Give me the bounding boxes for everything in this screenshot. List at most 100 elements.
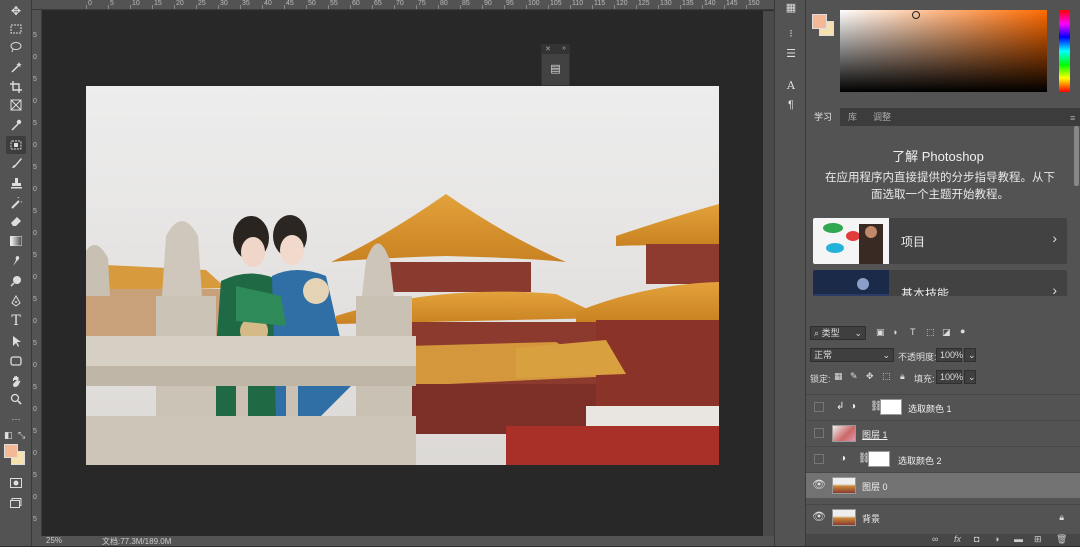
learn-card-basics[interactable]: 基本技能 › <box>813 270 1067 296</box>
layer-row[interactable]: ↲ ◑ ⛓ 选取颜色 1 <box>806 394 1080 420</box>
opacity-dropdown[interactable]: ⌄ <box>964 348 976 362</box>
picker-ring[interactable] <box>912 11 920 19</box>
close-icon[interactable]: ✕ <box>545 45 551 54</box>
floating-panel[interactable]: ✕ » ▤ <box>541 44 570 86</box>
layer-row-selected[interactable]: 👁︎ 图层 0 <box>806 472 1080 498</box>
brush-settings-icon[interactable]: ⁝ <box>783 26 799 40</box>
hue-slider[interactable] <box>1059 10 1070 92</box>
filter-smart-icon[interactable]: ◪ <box>942 327 951 338</box>
vertical-scrollbar[interactable] <box>763 11 774 536</box>
lasso-icon[interactable] <box>6 38 26 56</box>
filter-type-icon[interactable]: T <box>910 327 916 337</box>
filter-adjustment-icon[interactable]: ◑ <box>892 327 897 337</box>
eyedropper-icon[interactable] <box>6 116 26 134</box>
patch-icon[interactable] <box>6 136 26 154</box>
filter-shape-icon[interactable]: ⬚ <box>926 327 935 338</box>
ruler-label: 0 <box>33 494 37 501</box>
layer-name[interactable]: 选取颜色 2 <box>898 454 942 467</box>
layer-row[interactable]: 👁︎ 背景 🔒︎ <box>806 504 1080 530</box>
quick-mask-icon[interactable] <box>6 474 26 492</box>
layer-filter-select[interactable]: ⌕ 类型 ⌄ <box>810 326 866 340</box>
crop-icon[interactable] <box>6 78 26 96</box>
ruler-tick <box>86 5 87 9</box>
new-adjustment-icon[interactable]: ◑ <box>994 534 999 544</box>
swap-colors-icon[interactable]: ⤡ <box>18 430 25 441</box>
opacity-input[interactable]: 100% <box>936 348 963 362</box>
panel-menu-icon[interactable]: ≡ <box>1070 113 1078 123</box>
history-icon[interactable]: ▦ <box>783 0 799 14</box>
document-image[interactable] <box>86 86 719 465</box>
learn-card-projects[interactable]: 项目 › <box>813 218 1067 264</box>
zoom-level[interactable]: 25% <box>46 536 62 545</box>
zoom-icon[interactable] <box>6 390 26 408</box>
visibility-off-box[interactable] <box>814 402 824 412</box>
tab-library[interactable]: 库 <box>840 108 865 126</box>
move-icon[interactable]: ✥ <box>6 2 26 20</box>
filter-toggle-icon[interactable]: ● <box>960 326 965 336</box>
more-icon[interactable]: ··· <box>6 410 26 428</box>
lock-transparent-icon[interactable]: ▦ <box>834 371 843 382</box>
dodge-icon[interactable] <box>6 272 26 290</box>
lock-position-icon[interactable]: ✥ <box>866 371 874 382</box>
ruler-tick <box>570 5 571 9</box>
layer-row[interactable]: 图层 1 <box>806 420 1080 446</box>
fill-input[interactable]: 100% <box>936 370 963 384</box>
paragraph-icon[interactable]: ¶ <box>783 98 799 112</box>
color-foreground-swatch[interactable] <box>812 14 827 29</box>
layer-mask-thumbnail[interactable] <box>868 451 890 467</box>
stamp-icon[interactable] <box>6 174 26 192</box>
add-mask-icon[interactable]: ◘ <box>974 534 979 544</box>
learn-scrollbar[interactable] <box>1074 126 1079 186</box>
lock-all-icon[interactable]: 🔒︎ <box>900 371 905 382</box>
eye-icon[interactable]: 👁︎ <box>812 478 826 492</box>
eye-icon[interactable]: 👁︎ <box>812 510 826 524</box>
new-group-icon[interactable]: ▬ <box>1014 534 1023 544</box>
brush-icon[interactable] <box>6 154 26 172</box>
fill-dropdown[interactable]: ⌄ <box>964 370 976 384</box>
color-picker-field[interactable] <box>840 10 1047 92</box>
smudge-icon[interactable] <box>6 252 26 270</box>
layer-name[interactable]: 图层 1 <box>862 428 888 441</box>
adjustment-layer-icon: ◑ <box>850 401 857 412</box>
lock-artboard-icon[interactable]: ⬚ <box>882 371 891 382</box>
eraser-icon[interactable] <box>6 212 26 230</box>
expand-icon[interactable]: » <box>562 45 566 54</box>
gradient-icon[interactable] <box>6 232 26 250</box>
sliders-icon[interactable]: ☰ <box>783 46 799 60</box>
layer-name[interactable]: 背景 <box>862 512 880 525</box>
hand-icon[interactable] <box>6 372 26 390</box>
default-colors-icon[interactable]: ◧ <box>4 430 13 441</box>
lock-pixels-icon[interactable]: ✎ <box>850 371 858 382</box>
ruler-tick <box>306 5 307 9</box>
lock-label: 锁定: <box>810 374 831 384</box>
properties-icon[interactable]: ▤ <box>542 62 569 75</box>
screen-mode-icon[interactable] <box>6 494 26 512</box>
vertical-ruler: 5 0 5 0 5 0 5 0 5 0 5 0 5 0 5 0 5 0 5 0 5 0 5 <box>32 10 42 536</box>
layer-row[interactable]: ◑ ⛓ 选取颜色 2 <box>806 446 1080 472</box>
pen-icon[interactable] <box>6 292 26 310</box>
filter-image-icon[interactable]: ▣ <box>876 327 885 338</box>
link-layers-icon[interactable]: ∞ <box>932 534 938 544</box>
shape-icon[interactable] <box>6 352 26 370</box>
magic-wand-icon[interactable] <box>6 58 26 76</box>
fx-icon[interactable]: fx <box>954 534 961 544</box>
marquee-icon[interactable] <box>6 20 26 38</box>
visibility-off-box[interactable] <box>814 428 824 438</box>
trash-icon[interactable]: 🗑︎ <box>1056 534 1067 545</box>
foreground-color-swatch[interactable] <box>4 444 18 458</box>
layer-mask-thumbnail[interactable] <box>880 399 902 415</box>
tab-adjustments[interactable]: 调整 <box>865 108 899 126</box>
blend-mode-select[interactable]: 正常 ⌄ <box>810 348 894 362</box>
history-brush-icon[interactable] <box>6 194 26 212</box>
path-select-icon[interactable] <box>6 332 26 350</box>
character-icon[interactable]: A <box>783 78 799 92</box>
layer-name[interactable]: 选取颜色 1 <box>908 402 952 415</box>
visibility-off-box[interactable] <box>814 454 824 464</box>
new-layer-icon[interactable]: ⊞ <box>1034 534 1042 545</box>
type-icon[interactable]: T <box>6 312 26 330</box>
card-thumbnail <box>813 270 889 296</box>
frame-icon[interactable] <box>6 96 26 114</box>
tab-learn[interactable]: 学习 <box>806 108 841 126</box>
layer-name[interactable]: 图层 0 <box>862 480 888 493</box>
ruler-label: 105 <box>550 0 562 7</box>
